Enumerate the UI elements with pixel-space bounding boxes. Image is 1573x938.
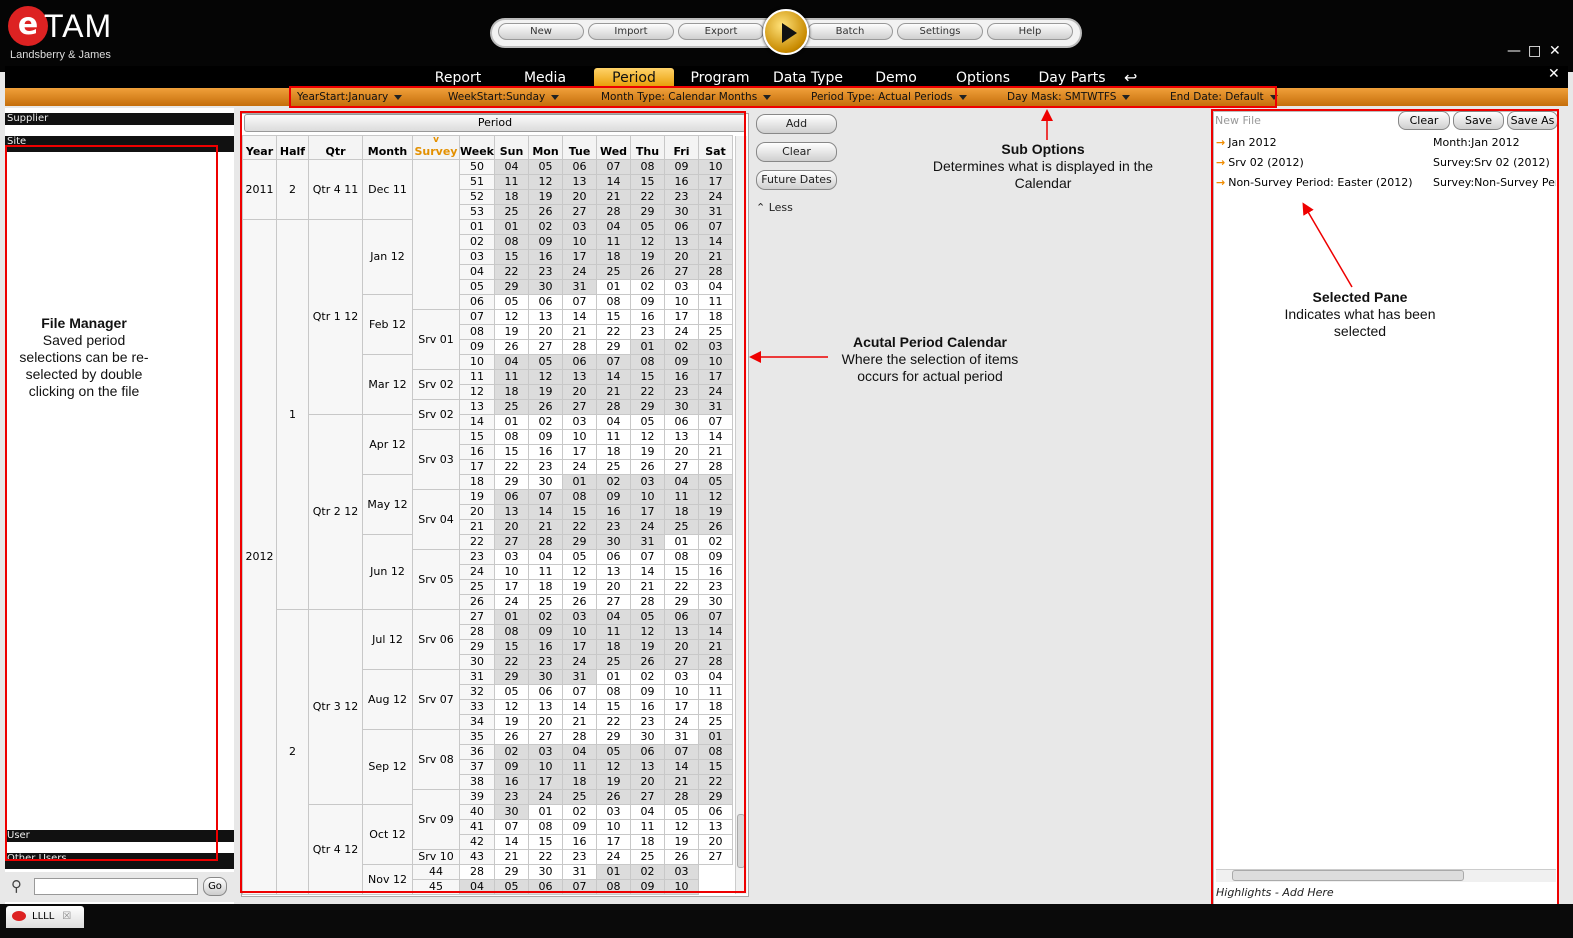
etam-window: e TAM Landsberry & James New Import Expo… — [0, 0, 1573, 938]
file-tab-label: LLLL — [32, 911, 55, 922]
selected-pane-annotation: Selected Pane Indicates what has been sel… — [1270, 289, 1450, 340]
calendar-title: Acutal Period Calendar — [852, 334, 1008, 350]
file-tab[interactable]: LLLL ☒ — [6, 906, 84, 928]
selected-pane-title: Selected Pane — [1312, 289, 1408, 305]
file-manager-title: File Manager — [41, 315, 127, 331]
file-manager-annotation: File Manager Saved period selections can … — [18, 315, 150, 400]
file-manager-text: Saved period selections can be re-select… — [19, 332, 149, 399]
close-tab-icon[interactable]: ☒ — [62, 911, 71, 922]
annotation-arrows — [749, 109, 1353, 363]
calendar-annotation: Acutal Period Calendar Where the selectio… — [830, 334, 1030, 385]
selected-pane-text: Indicates what has been selected — [1284, 306, 1436, 339]
footer-bar — [0, 904, 1573, 938]
etam-tab-icon — [12, 911, 26, 921]
sub-options-title: Sub Options — [1001, 141, 1085, 157]
selected-pane-arrow — [1302, 202, 1353, 288]
sub-options-text: Determines what is displayed in the Cale… — [932, 158, 1154, 191]
calendar-text: Where the selection of items occurs for … — [841, 351, 1019, 384]
sub-options-annotation: Sub Options Determines what is displayed … — [920, 141, 1166, 192]
